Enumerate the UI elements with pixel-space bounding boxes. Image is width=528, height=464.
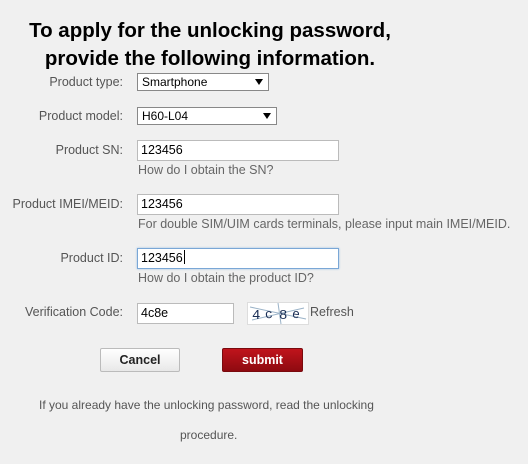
- product-type-select[interactable]: Smartphone: [137, 73, 269, 91]
- heading-line-2: provide the following information.: [44, 47, 376, 70]
- captcha-char-3: 8: [279, 308, 287, 324]
- cancel-button[interactable]: Cancel: [100, 348, 180, 372]
- captcha-char-2: c: [264, 307, 273, 323]
- verification-code-label: Verification Code:: [25, 305, 123, 319]
- product-sn-input[interactable]: 123456: [137, 140, 339, 161]
- captcha-image: 4 c 8 e: [247, 302, 309, 325]
- product-imei-hint: For double SIM/UIM cards terminals, plea…: [138, 217, 511, 231]
- product-sn-label: Product SN:: [55, 143, 123, 157]
- verification-code-input[interactable]: 4c8e: [137, 303, 234, 324]
- product-id-label: Product ID:: [60, 251, 123, 265]
- refresh-captcha-link[interactable]: Refresh: [310, 305, 354, 319]
- heading-line-1: To apply for the unlocking password,: [29, 19, 391, 42]
- product-model-value: H60-L04: [142, 109, 189, 123]
- chevron-down-icon: [263, 113, 271, 119]
- product-model-label: Product model:: [38, 109, 123, 123]
- product-id-text: 123456: [141, 249, 185, 268]
- captcha-image-graphic: 4 c 8 e: [248, 302, 308, 325]
- text-caret: [183, 250, 185, 264]
- product-imei-value: 123456: [141, 197, 183, 211]
- page-heading: To apply for the unlocking password, pro…: [0, 17, 420, 73]
- product-sn-value: 123456: [141, 143, 183, 157]
- product-id-input[interactable]: 123456: [137, 248, 339, 269]
- product-sn-help-link[interactable]: How do I obtain the SN?: [138, 163, 274, 177]
- captcha-char-1: 4: [252, 308, 260, 324]
- product-type-value: Smartphone: [142, 75, 208, 89]
- verification-code-value: 4c8e: [141, 306, 169, 320]
- product-imei-label: Product IMEI/MEID:: [12, 197, 123, 211]
- product-id-value: 123456: [141, 251, 183, 265]
- product-id-help-link[interactable]: How do I obtain the product ID?: [138, 271, 314, 285]
- procedure-link[interactable]: procedure.: [180, 428, 237, 442]
- product-imei-input[interactable]: 123456: [137, 194, 339, 215]
- submit-button[interactable]: submit: [222, 348, 303, 372]
- footer-text: If you already have the unlocking passwo…: [39, 398, 374, 412]
- chevron-down-icon: [255, 79, 263, 85]
- product-type-label: Product type:: [49, 75, 123, 89]
- product-model-select[interactable]: H60-L04: [137, 107, 277, 125]
